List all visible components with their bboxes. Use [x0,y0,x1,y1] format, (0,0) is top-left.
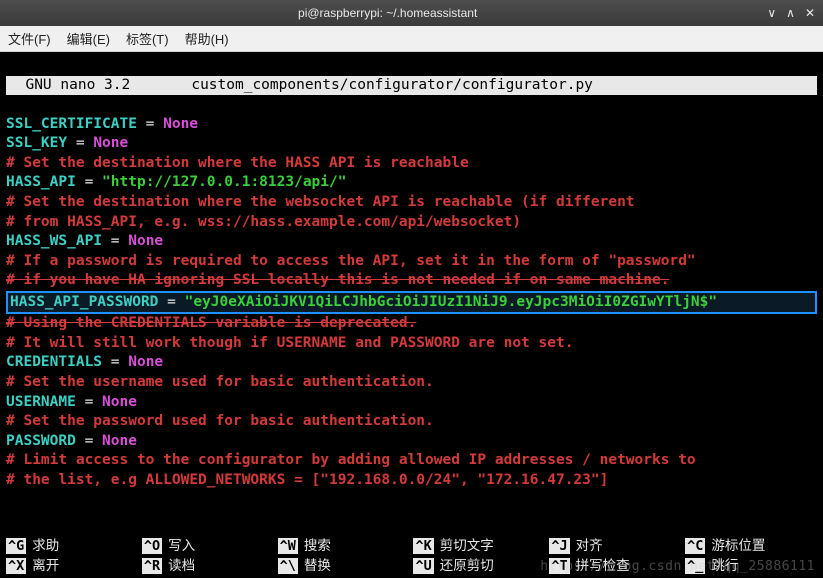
comment: # It will still work though if USERNAME … [6,335,573,351]
var-ssl-cert: SSL_CERTIFICATE [6,116,137,132]
var-password: PASSWORD [6,433,76,449]
close-icon[interactable]: ✕ [805,6,815,20]
window-title: pi@raspberrypi: ~/.homeassistant [8,6,767,20]
comment: # If a password is required to access th… [6,253,696,269]
var-ssl-key: SSL_KEY [6,135,67,151]
var-username: USERNAME [6,394,76,410]
shortcut-search: ^W搜索 [278,534,410,554]
comment: # if you have HA ignoring SSL locally th… [6,272,669,288]
highlighted-line: HASS_API_PASSWORD = "eyJ0eXAiOiJKV1QiLCJ… [6,291,817,315]
comment: # Limit access to the configurator by ad… [6,452,696,468]
menu-file[interactable]: 文件(F) [8,29,51,48]
var-credentials: CREDENTIALS [6,354,102,370]
comment: # Set the destination where the HASS API… [6,155,469,171]
shortcut-replace: ^\替换 [278,554,410,574]
var-hass-api: HASS_API [6,174,76,190]
shortcut-read: ^R读档 [142,554,274,574]
comment: # from HASS_API, e.g. wss://hass.example… [6,214,521,230]
comment: # Set the password used for basic authen… [6,413,434,429]
shortcut-justify: ^J对齐 [549,534,681,554]
comment: # Set the username used for basic authen… [6,374,434,390]
shortcut-exit: ^X离开 [6,554,138,574]
nano-filename: custom_components/configurator/configura… [191,77,593,93]
maximize-icon[interactable]: ∧ [786,6,795,20]
comment: # the list, e.g ALLOWED_NETWORKS = ["192… [6,472,608,488]
menu-help[interactable]: 帮助(H) [185,29,229,48]
menu-edit[interactable]: 编辑(E) [67,29,110,48]
nano-app: GNU nano 3.2 [25,77,130,93]
nano-header: GNU nano 3.2 custom_components/configura… [6,76,817,96]
comment: # Set the destination where the websocke… [6,194,635,210]
terminal-content: GNU nano 3.2 custom_components/configura… [6,56,817,510]
shortcut-curpos: ^C游标位置 [685,534,817,554]
menu-bar: 文件(F) 编辑(E) 标签(T) 帮助(H) [0,26,823,52]
shortcut-writeout: ^O写入 [142,534,274,554]
comment: # Using the CREDENTIALS variable is depr… [6,315,416,331]
window-controls: ∨ ∧ ✕ [767,6,815,20]
minimize-icon[interactable]: ∨ [767,6,776,20]
terminal-window: pi@raspberrypi: ~/.homeassistant ∨ ∧ ✕ 文… [0,0,823,578]
shortcut-uncut: ^U还原剪切 [413,554,545,574]
window-titlebar: pi@raspberrypi: ~/.homeassistant ∨ ∧ ✕ [0,0,823,26]
shortcut-help: ^G求助 [6,534,138,554]
var-hass-ws: HASS_WS_API [6,233,102,249]
watermark: https://blog.csdn.net/qq_25886111 [540,559,815,574]
terminal-area[interactable]: GNU nano 3.2 custom_components/configura… [0,52,823,532]
var-hass-api-password: HASS_API_PASSWORD [10,294,158,310]
shortcut-cut: ^K剪切文字 [413,534,545,554]
menu-tabs[interactable]: 标签(T) [126,29,169,48]
